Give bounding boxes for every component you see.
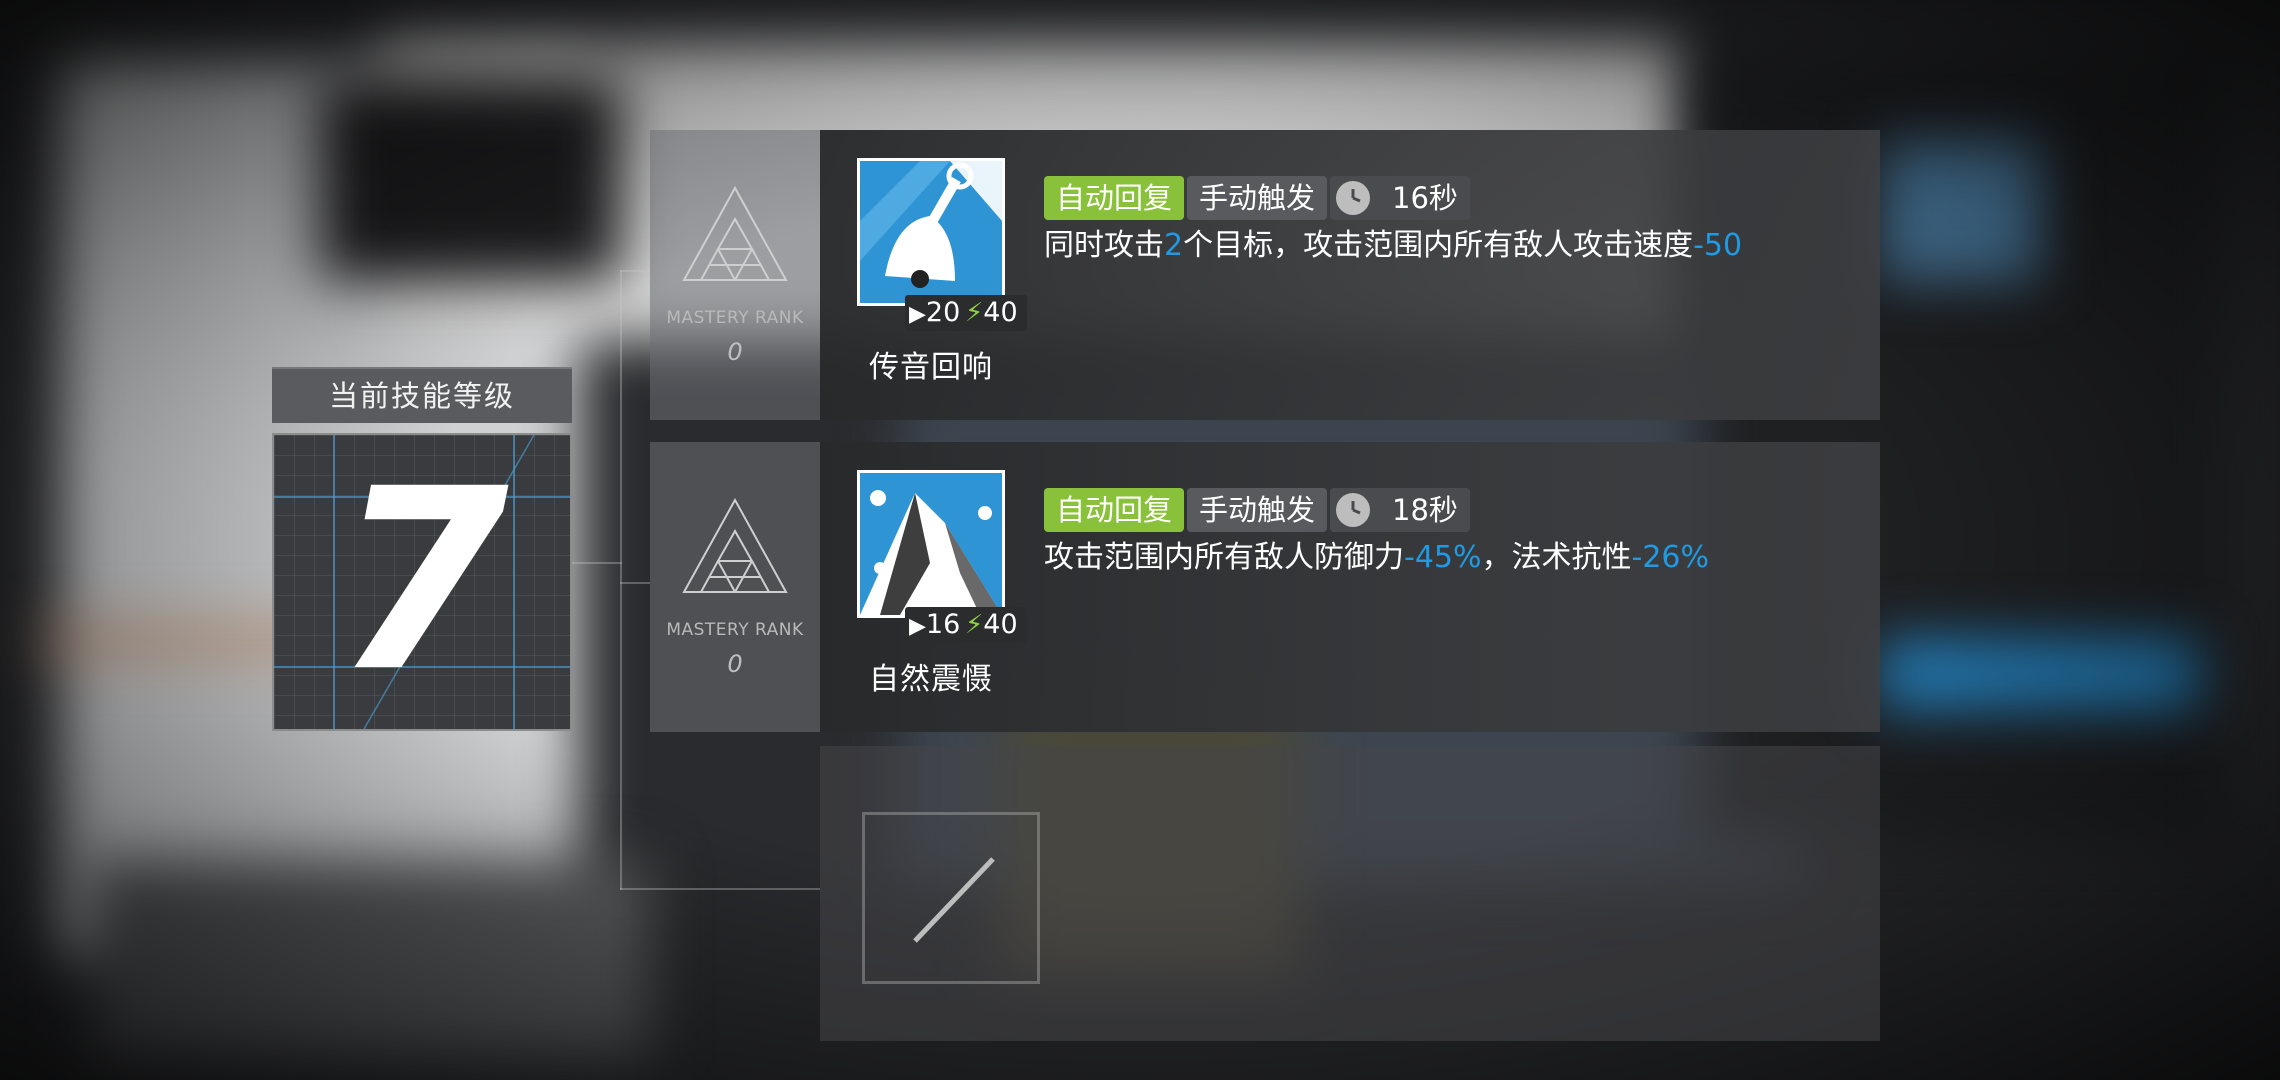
mastery-rank-label: MASTERY RANK xyxy=(666,620,804,640)
skill-tags: 自动回复 手动触发 16秒 xyxy=(1044,176,1473,220)
sp-initial: ▶20 xyxy=(905,295,967,331)
mastery-rank-value: 0 xyxy=(727,650,743,678)
skill-row-1[interactable]: MASTERY RANK 0 ▶20 ⚡40 传音回响 自动回复 手动触发 16… xyxy=(650,130,1880,420)
sp-recovery-tag: 自动回复 xyxy=(1044,176,1185,220)
sp-recovery-tag: 自动回复 xyxy=(1044,488,1185,532)
skill-tags: 自动回复 手动触发 18秒 xyxy=(1044,488,1473,532)
mastery-rank-1[interactable]: MASTERY RANK 0 xyxy=(650,130,820,420)
mastery-rank-label: MASTERY RANK xyxy=(666,308,804,328)
bell-skill-icon[interactable] xyxy=(857,158,1005,306)
duration-tag: 16秒 xyxy=(1330,176,1470,220)
mountain-skill-icon[interactable] xyxy=(857,470,1005,618)
skill-row-3-empty[interactable] xyxy=(820,746,1880,1041)
sp-initial: ▶16 xyxy=(905,607,967,643)
duration-tag: 18秒 xyxy=(1330,488,1470,532)
activation-tag: 手动触发 xyxy=(1187,176,1328,220)
skill-level-number: 7 xyxy=(335,435,509,726)
current-skill-level: 当前技能等级 7 xyxy=(272,367,572,731)
connector-line xyxy=(620,888,820,890)
connector-line xyxy=(620,270,622,890)
mastery-rank-value: 0 xyxy=(727,338,743,366)
sp-cost: ⚡40 xyxy=(961,607,1027,643)
skill-level-display: 7 xyxy=(272,433,572,731)
skill-panel-1[interactable]: ▶20 ⚡40 传音回响 自动回复 手动触发 16秒 同时攻击2个目标，攻击范围… xyxy=(820,130,1880,420)
clock-icon xyxy=(1336,181,1371,215)
connector-line xyxy=(620,582,650,584)
skill-description: 同时攻击2个目标，攻击范围内所有敌人攻击速度-50 xyxy=(1044,228,1743,263)
skill-name: 自然震慑 xyxy=(869,662,993,697)
duration-value: 16秒 xyxy=(1392,181,1458,215)
connector-line xyxy=(620,270,650,272)
skill-panel-2[interactable]: ▶16 ⚡40 自然震慑 自动回复 手动触发 18秒 攻击范围内所有敌人防御力-… xyxy=(820,442,1880,732)
skill-name: 传音回响 xyxy=(869,350,993,385)
mastery-rank-2[interactable]: MASTERY RANK 0 xyxy=(650,442,820,732)
empty-slash-icon xyxy=(913,857,995,943)
empty-skill-slot[interactable] xyxy=(862,812,1040,984)
mastery-triangle-icon xyxy=(682,186,788,281)
skill-row-2[interactable]: MASTERY RANK 0 ▶16 ⚡40 自然震慑 自动回复 手动触发 18… xyxy=(650,442,1880,732)
current-skill-level-title: 当前技能等级 xyxy=(272,367,572,423)
skill-description: 攻击范围内所有敌人防御力-45%，法术抗性-26% xyxy=(1044,540,1710,575)
sp-cost: ⚡40 xyxy=(961,295,1027,331)
mastery-triangle-icon xyxy=(682,498,788,593)
connector-line xyxy=(572,562,622,564)
activation-tag: 手动触发 xyxy=(1187,488,1328,532)
clock-icon xyxy=(1336,493,1371,527)
duration-value: 18秒 xyxy=(1392,493,1458,527)
